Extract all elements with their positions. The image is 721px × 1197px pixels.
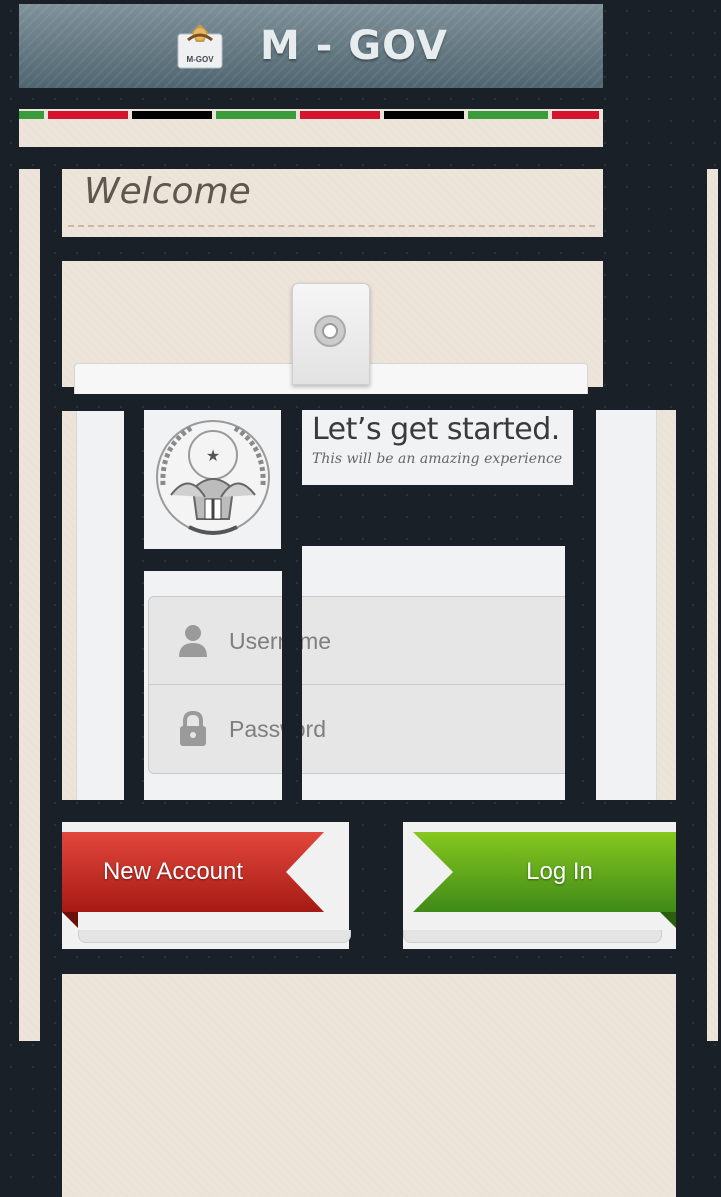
intro-panel: Let’s get started. This will be an amazi… [302, 410, 573, 485]
stripe-segment [468, 111, 548, 119]
login-label: Log In [526, 858, 593, 885]
password-placeholder: Password [229, 715, 282, 742]
stripe-segment [552, 111, 599, 119]
new-account-panel: New Account [62, 822, 351, 949]
welcome-title: Welcome [84, 171, 251, 212]
app-header: M-GOV M - GOV [19, 4, 603, 88]
card-right-margin [596, 410, 676, 800]
flag-stripe [19, 109, 603, 147]
username-placeholder-copy: Username [302, 627, 332, 654]
stripe-segment [132, 111, 212, 119]
welcome-section: Welcome [62, 169, 603, 237]
intro-subline: This will be an amazing experience [312, 451, 563, 467]
login-button[interactable]: Log In [413, 832, 676, 928]
username-field-left[interactable]: Username [148, 596, 282, 686]
card-edge [76, 411, 124, 800]
stripe-segment [48, 111, 128, 119]
card-bottom-edge [78, 930, 351, 943]
stripe-segment [384, 111, 464, 119]
right-paper-strip [707, 169, 718, 1041]
password-placeholder-copy: Password [302, 715, 326, 742]
stripe-segment [300, 111, 380, 119]
username-input[interactable]: Username [302, 596, 565, 686]
login-form-right: Username Password [302, 546, 565, 800]
clipboard-clip-icon [292, 283, 370, 385]
lock-icon [180, 711, 206, 746]
app-title: M - GOV [260, 23, 448, 69]
stripe-segment [216, 111, 296, 119]
password-input[interactable]: Password [302, 684, 565, 774]
clip-hole [314, 315, 346, 347]
user-icon [179, 625, 207, 657]
clipboard-panel [62, 261, 603, 394]
card-left-margin [62, 411, 124, 800]
svg-text:M-GOV: M-GOV [186, 55, 214, 64]
new-account-label: New Account [102, 858, 244, 885]
card-edge [596, 410, 657, 800]
new-account-button[interactable]: New Account [62, 832, 324, 928]
dashed-divider [68, 225, 595, 227]
card-bottom-edge [403, 930, 662, 943]
left-paper-strip [19, 169, 40, 1041]
username-placeholder: Username [229, 627, 282, 654]
stripe-segment [19, 111, 44, 119]
login-form-left: Username Password [144, 571, 282, 800]
bottom-paper-area [62, 974, 676, 1197]
emblem-panel: ★ [144, 410, 281, 549]
flag-stripe-bar [19, 111, 603, 121]
svg-text:★: ★ [205, 446, 219, 465]
m-gov-logo-icon: M-GOV [174, 20, 226, 72]
login-fields-continuation: Username Password [302, 596, 565, 774]
login-panel: Log In [403, 822, 676, 949]
password-field-left[interactable]: Password [148, 684, 282, 774]
intro-headline: Let’s get started. [312, 412, 560, 447]
uae-eagle-emblem-icon: ★ [155, 419, 270, 535]
